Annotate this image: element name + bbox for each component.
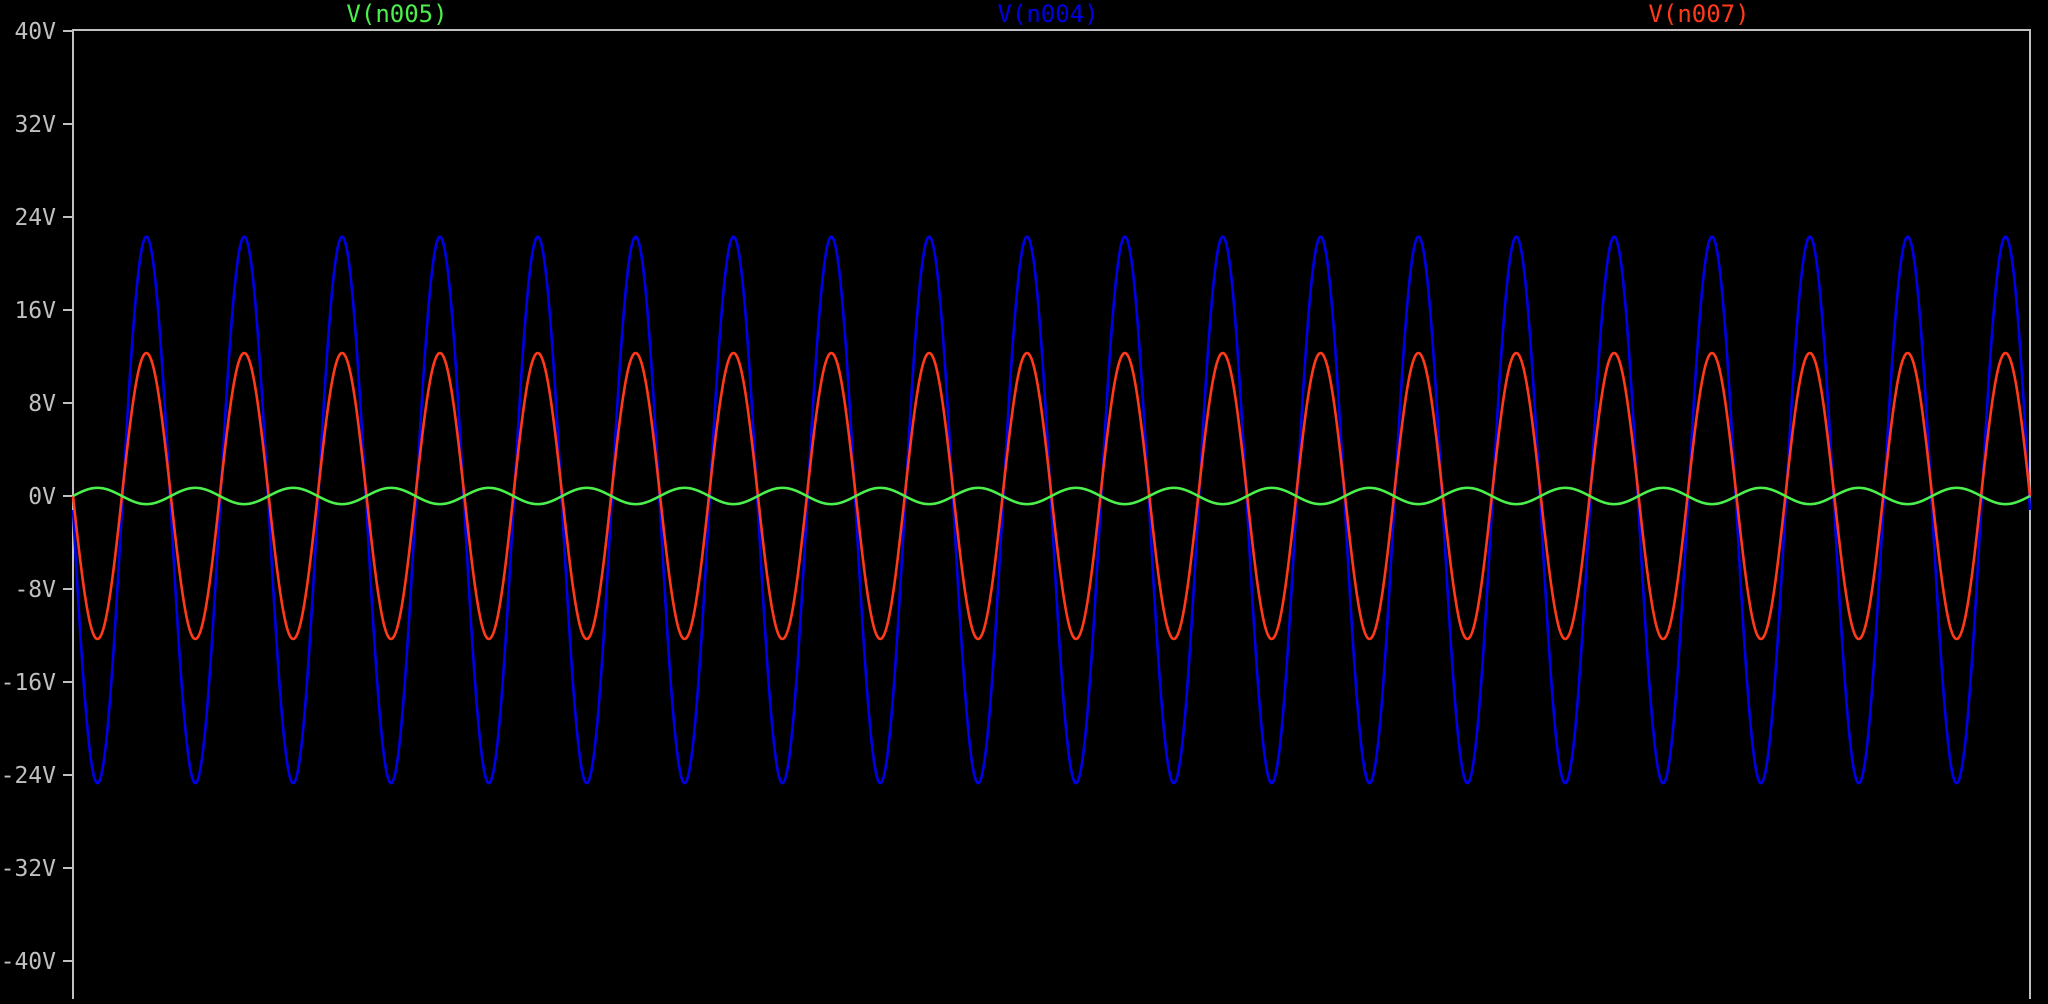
legend-entry-v-n007[interactable]: V(n007) [1648, 0, 1749, 28]
y-tick-label: 16V [14, 298, 56, 324]
y-tick-label: 8V [28, 391, 56, 417]
y-tick-label: -40V [1, 949, 57, 975]
y-tick-label: -24V [1, 763, 57, 789]
y-tick-label: -8V [14, 577, 56, 603]
y-tick-label: -32V [1, 856, 57, 882]
y-tick-label: -16V [1, 670, 57, 696]
y-tick-label: 32V [14, 112, 56, 138]
y-tick-label: 40V [14, 19, 56, 45]
waveform-plot[interactable]: 40V 32V 24V 16V 8V 0V -8V -16V -24V -32V -40V V(n0… [0, 0, 2048, 999]
y-tick-label: 0V [28, 484, 56, 510]
legend-entry-v-n005[interactable]: V(n005) [346, 0, 447, 28]
plot-background [0, 0, 2048, 999]
y-tick-label: 24V [14, 205, 56, 231]
plot-window: 40V 32V 24V 16V 8V 0V -8V -16V -24V -32V -40V V(n0… [0, 0, 2048, 999]
legend-entry-v-n004[interactable]: V(n004) [997, 0, 1098, 28]
